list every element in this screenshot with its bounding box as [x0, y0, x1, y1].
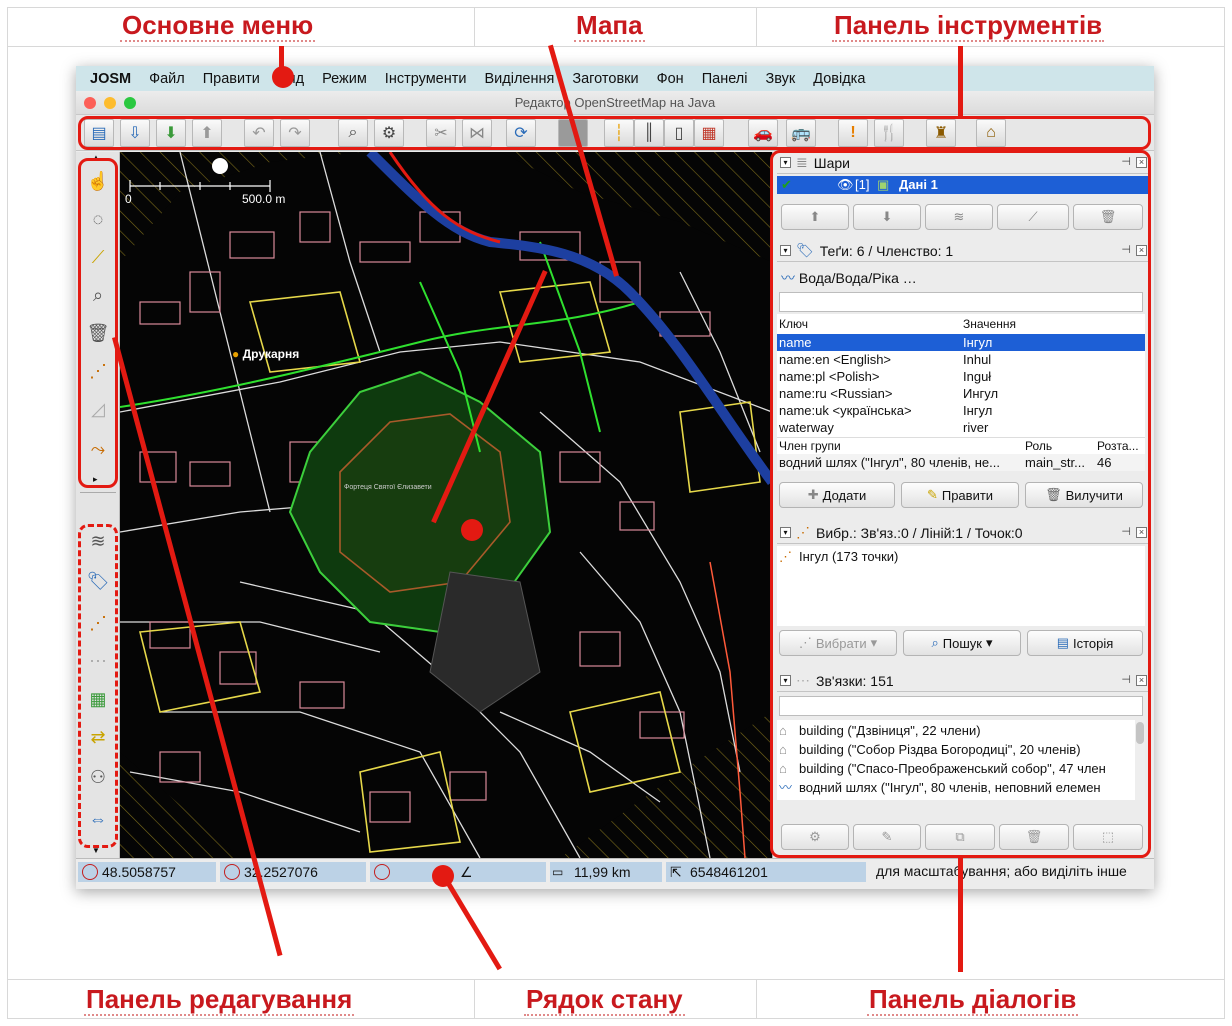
latitude-icon [82, 864, 98, 880]
caption-map: Мапа [574, 10, 645, 42]
menu-audio[interactable]: Звук [756, 71, 804, 87]
cursor-icon: ⇱ [670, 864, 682, 880]
distance-value: 11,99 km [574, 864, 631, 880]
caption-main-menu: Основне меню [120, 10, 316, 42]
menu-windows[interactable]: Панелі [693, 71, 757, 87]
latitude-value: 48.5058757 [102, 864, 176, 880]
menu-help[interactable]: Довідка [804, 71, 874, 87]
status-bar: 48.5058757 32.2527076 ∠ ▭ 11,99 km ⇱ 65484… [76, 858, 1154, 884]
divider [474, 7, 475, 46]
poi-print-label: ● Друкарня [232, 347, 299, 361]
dialog-toggles-highlight [78, 524, 118, 848]
id-field: ⇱ 6548461201 [666, 862, 866, 882]
fortress-label: Фортеця Святої Єлизавети [344, 484, 432, 491]
dialogs-highlight [770, 150, 1151, 858]
poi-print-name: Друкарня [242, 347, 300, 361]
map-canvas [120, 152, 772, 858]
divider [756, 979, 757, 1019]
scale-end-label: 500.0 m [242, 192, 286, 206]
id-value: 6548461201 [690, 864, 768, 880]
toolbar-highlight [78, 116, 1151, 150]
angle-icon: ∠ [460, 864, 473, 880]
title-bar: Редактор OpenStreetMap на Java [76, 91, 1154, 115]
compass-icon [374, 864, 390, 880]
pointer-dot [272, 66, 294, 88]
separator [80, 492, 116, 493]
longitude-icon [224, 864, 240, 880]
pointer-line [958, 858, 963, 972]
menu-imagery[interactable]: Фон [648, 71, 693, 87]
divider [7, 46, 1225, 47]
caption-toolbar: Панель інструментів [832, 10, 1105, 42]
heading-field: ∠ [370, 862, 546, 882]
longitude-field[interactable]: 32.2527076 [220, 862, 366, 882]
pointer-line [958, 46, 963, 116]
ruler-icon: ▭ [552, 865, 564, 879]
menu-file[interactable]: Файл [140, 71, 194, 87]
menu-edit[interactable]: Правити [194, 71, 269, 87]
menu-tools[interactable]: Інструменти [376, 71, 476, 87]
caption-status-bar: Рядок стану [524, 984, 685, 1016]
edit-modes-highlight [78, 158, 118, 488]
compass-marker [212, 158, 228, 174]
menu-app[interactable]: JOSM [76, 71, 140, 87]
help-text: для масштабування; або виділіть інше [876, 863, 1127, 879]
divider [756, 7, 757, 46]
printing-icon: ● [232, 347, 240, 361]
distance-field: ▭ 11,99 km [550, 862, 662, 882]
menu-selection[interactable]: Виділення [476, 71, 564, 87]
divider [474, 979, 475, 1019]
pointer-dot [432, 865, 454, 887]
latitude-field[interactable]: 48.5058757 [78, 862, 216, 882]
divider [7, 979, 1225, 980]
menu-mode[interactable]: Режим [313, 71, 376, 87]
window-title: Редактор OpenStreetMap на Java [514, 95, 716, 110]
caption-edit-panel: Панель редагування [84, 984, 355, 1016]
menu-presets[interactable]: Заготовки [563, 71, 647, 87]
scale-start-label: 0 [125, 192, 132, 206]
map-view[interactable]: 0 500.0 m ● Друкарня Фортеця Святої Єлиз… [120, 152, 772, 858]
caption-dialogs-panel: Панель діалогів [867, 984, 1079, 1016]
pointer-dot [461, 519, 483, 541]
main-menu: JOSM Файл Правити Вид Режим Інструменти … [76, 66, 1154, 91]
